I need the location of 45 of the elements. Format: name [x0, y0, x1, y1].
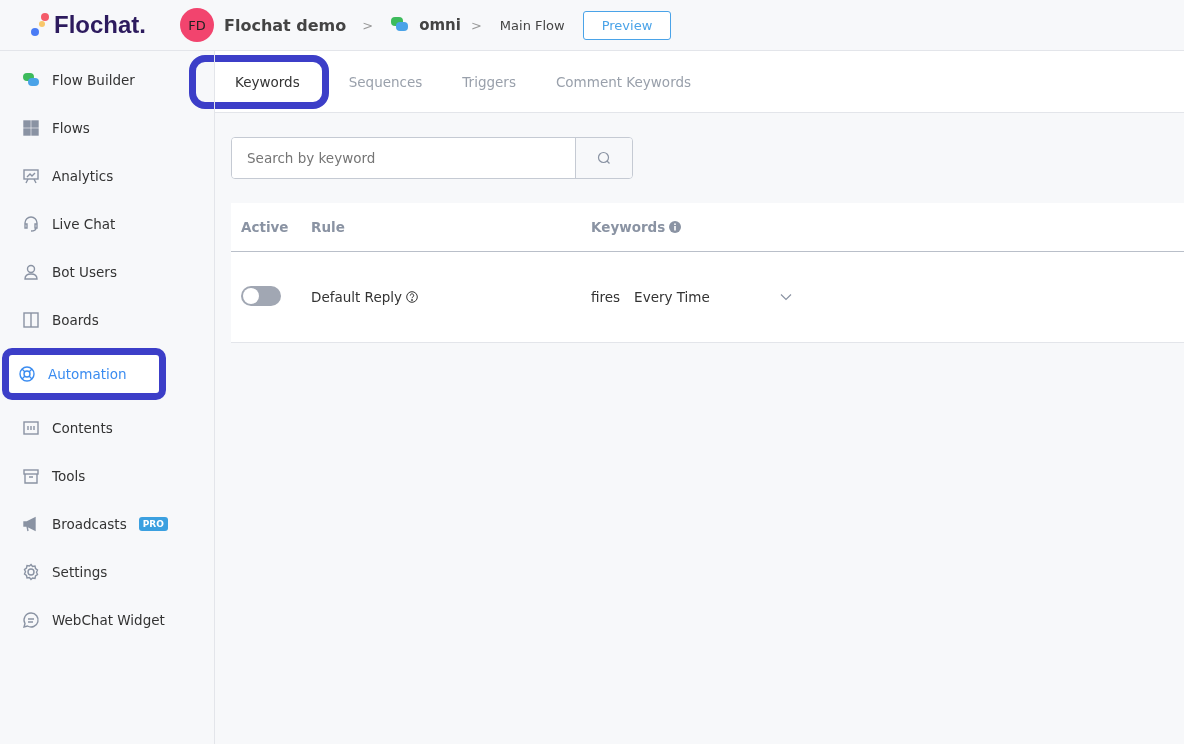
sidebar-icon	[18, 365, 36, 383]
sidebar-icon	[22, 563, 40, 581]
sidebar-item[interactable]: Settings	[6, 552, 204, 592]
breadcrumb-separator: >	[470, 17, 482, 33]
chevron-down-icon	[779, 293, 792, 301]
pro-badge: PRO	[138, 517, 168, 531]
keyword-prefix: fires	[591, 289, 621, 305]
sidebar-icon	[22, 167, 40, 185]
sidebar-item[interactable]: Contents	[6, 408, 204, 448]
sidebar-item[interactable]: Tools	[6, 456, 204, 496]
column-header: Keywords	[591, 219, 666, 235]
tab[interactable]: Keywords	[189, 54, 329, 109]
logo-text: Flochat.	[54, 11, 146, 39]
flow-name[interactable]: Main Flow	[499, 17, 565, 33]
sidebar-item[interactable]: Live Chat	[6, 204, 204, 244]
help-icon	[406, 291, 418, 303]
sidebar-item[interactable]: Analytics	[6, 156, 204, 196]
sidebar-item[interactable]: Broadcasts PRO	[6, 504, 204, 544]
info-icon	[669, 221, 682, 233]
search-button[interactable]	[575, 138, 632, 178]
sidebar-item[interactable]: Flows	[6, 108, 204, 148]
sidebar-icon	[22, 263, 40, 281]
channel-name[interactable]: omni	[419, 16, 461, 34]
breadcrumb-separator: >	[362, 17, 374, 33]
sidebar-icon	[22, 611, 40, 629]
workspace-name[interactable]: Flochat demo	[224, 15, 347, 35]
sidebar-item[interactable]: Boards	[6, 300, 204, 340]
logo-icon	[30, 12, 52, 38]
keyword-mode-dropdown[interactable]: Every Time	[634, 289, 792, 305]
active-toggle[interactable]	[241, 285, 281, 306]
search-icon	[597, 151, 611, 165]
sidebar-icon	[22, 467, 40, 485]
sidebar-icon	[22, 419, 40, 437]
sidebar-icon	[22, 71, 40, 89]
sidebar-icon	[22, 311, 40, 329]
rule-name: Default Reply	[311, 289, 402, 305]
sidebar-icon	[22, 215, 40, 233]
avatar[interactable]: FD	[180, 8, 214, 42]
sidebar-icon	[22, 119, 40, 137]
column-header: Rule	[311, 219, 346, 235]
column-header: Active	[240, 219, 290, 235]
chat-bubbles-icon	[391, 17, 410, 33]
search-field[interactable]: Search by keyword	[231, 137, 633, 179]
sidebar-item[interactable]: Bot Users	[6, 252, 204, 292]
sidebar-item[interactable]: WebChat Widget	[6, 600, 204, 640]
